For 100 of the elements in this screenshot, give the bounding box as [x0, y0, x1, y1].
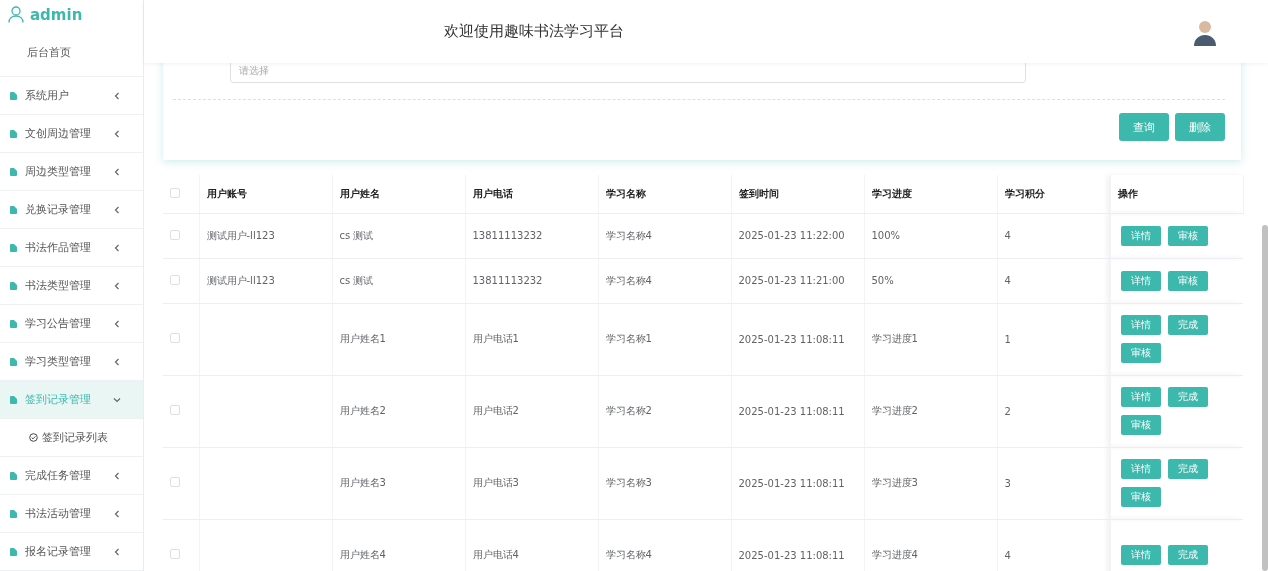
- search-button[interactable]: 查询: [1119, 113, 1169, 141]
- document-icon: [10, 243, 17, 252]
- chevron-left-icon: [113, 205, 121, 214]
- chevron-left-icon: [113, 471, 121, 480]
- column-header: 学习积分: [1004, 187, 1045, 199]
- column-header: 学习名称: [605, 187, 646, 199]
- table-cell: 2025-01-23 11:22:00: [738, 230, 845, 241]
- select-field[interactable]: 请选择: [230, 63, 1026, 83]
- table-cell: 用户姓名3: [339, 477, 386, 488]
- table-cell: cs 测试: [339, 274, 374, 286]
- document-icon: [10, 547, 17, 556]
- table-cell: 学习进度3: [871, 477, 918, 488]
- table-cell: 测试用户-ll123: [206, 229, 275, 241]
- table-cell: 50%: [871, 275, 894, 286]
- menu-item[interactable]: 签到记录管理: [0, 381, 143, 419]
- document-icon: [10, 129, 17, 138]
- action-button[interactable]: 完成: [1167, 545, 1208, 565]
- page-title: 欢迎使用趣味书法学习平台: [444, 22, 625, 41]
- action-button[interactable]: 完成: [1167, 459, 1208, 479]
- document-icon: [10, 281, 17, 290]
- action-button[interactable]: 详情: [1120, 315, 1161, 335]
- table-cell: 用户姓名2: [339, 405, 386, 416]
- document-icon: [10, 319, 17, 328]
- document-icon: [10, 167, 17, 176]
- chevron-left-icon: [113, 357, 121, 366]
- table-cell: 学习进度2: [871, 405, 918, 416]
- chevron-down-icon: [113, 395, 121, 404]
- document-icon: [10, 205, 17, 214]
- document-icon: [10, 395, 17, 404]
- table-cell: 3: [1004, 477, 1011, 489]
- chevron-left-icon: [113, 243, 121, 252]
- action-button[interactable]: 完成: [1167, 315, 1208, 335]
- column-header: 学习进度: [871, 187, 912, 199]
- table-cell: 100%: [871, 230, 901, 241]
- chevron-left-icon: [113, 509, 121, 518]
- checkbox[interactable]: [170, 477, 180, 487]
- chevron-left-icon: [113, 129, 121, 138]
- checkbox[interactable]: [170, 405, 180, 415]
- action-button[interactable]: 审核: [1120, 343, 1161, 363]
- action-button[interactable]: 审核: [1120, 487, 1161, 507]
- action-button[interactable]: 详情: [1120, 225, 1161, 246]
- chevron-left-icon: [113, 281, 121, 290]
- table-cell: 学习名称1: [605, 333, 652, 344]
- checkbox[interactable]: [170, 229, 180, 240]
- action-button[interactable]: 详情: [1120, 270, 1161, 291]
- table-cell: cs 测试: [339, 229, 374, 241]
- document-icon: [10, 509, 17, 518]
- table-cell: 学习名称3: [605, 477, 652, 488]
- action-button[interactable]: 详情: [1120, 459, 1161, 479]
- column-header: 签到时间: [738, 187, 779, 199]
- table-cell: 学习进度4: [871, 549, 918, 560]
- table-cell: 用户姓名1: [339, 333, 386, 344]
- action-button[interactable]: 详情: [1120, 545, 1161, 565]
- document-icon: [10, 91, 17, 100]
- table-cell: 2025-01-23 11:08:11: [738, 333, 845, 345]
- table-cell: 1: [1004, 333, 1011, 345]
- table-cell: 学习进度1: [871, 333, 918, 344]
- table-cell: 学习名称2: [605, 405, 652, 416]
- table-cell: 学习名称4: [605, 549, 652, 560]
- column-header: 用户电话: [472, 187, 513, 199]
- table-cell: 13811113232: [472, 275, 543, 286]
- table-cell: 用户电话3: [472, 477, 519, 488]
- table-cell: 2025-01-23 11:21:00: [738, 275, 845, 286]
- column-header: 用户姓名: [339, 187, 380, 199]
- table-cell: 2025-01-23 11:08:11: [738, 549, 845, 561]
- chevron-left-icon: [113, 167, 121, 176]
- table-cell: 13811113232: [472, 230, 543, 241]
- checkbox[interactable]: [170, 333, 180, 343]
- checkbox[interactable]: [170, 549, 180, 559]
- action-button[interactable]: 审核: [1120, 415, 1161, 435]
- action-button[interactable]: 详情: [1120, 387, 1161, 407]
- user-icon: [8, 6, 24, 23]
- table-cell: 学习名称4: [605, 274, 652, 286]
- table-cell: 测试用户-ll123: [206, 274, 275, 286]
- checkbox[interactable]: [170, 274, 180, 285]
- table-cell: 4: [1004, 275, 1011, 286]
- column-header: 用户账号: [206, 187, 247, 199]
- username: admin: [30, 5, 83, 24]
- table-cell: 4: [1004, 230, 1011, 241]
- chevron-left-icon: [113, 547, 121, 556]
- table-cell: 2025-01-23 11:08:11: [738, 405, 845, 417]
- delete-button[interactable]: 删除: [1175, 113, 1225, 141]
- check-circle-icon: [29, 433, 38, 442]
- table-cell: 用户姓名4: [339, 549, 386, 560]
- table-cell: 4: [1004, 549, 1011, 561]
- table-cell: 学习名称4: [605, 229, 652, 241]
- table-cell: 2: [1004, 405, 1011, 417]
- column-header: 操作: [1117, 187, 1138, 199]
- action-button[interactable]: 审核: [1167, 225, 1208, 246]
- table-cell: 用户电话2: [472, 405, 519, 416]
- document-icon: [10, 471, 17, 480]
- table-cell: 2025-01-23 11:08:11: [738, 477, 845, 489]
- action-button[interactable]: 完成: [1167, 387, 1208, 407]
- table-cell: 用户电话1: [472, 333, 519, 344]
- action-button[interactable]: 审核: [1167, 270, 1208, 291]
- document-icon: [10, 357, 17, 366]
- checkbox[interactable]: [170, 187, 180, 198]
- chevron-left-icon: [113, 91, 121, 100]
- scrollbar[interactable]: [1262, 225, 1268, 571]
- chevron-left-icon: [113, 319, 121, 328]
